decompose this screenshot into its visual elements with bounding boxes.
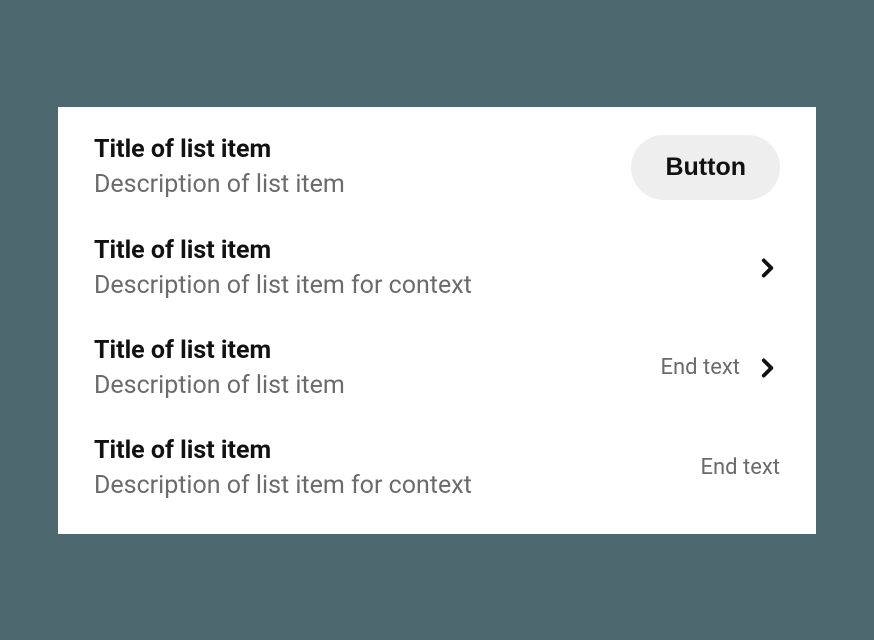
list-item-title: Title of list item bbox=[94, 436, 472, 465]
list-item-text: Title of list item Description of list i… bbox=[94, 336, 345, 400]
list-item-text: Title of list item Description of list i… bbox=[94, 236, 472, 300]
list-card: Title of list item Description of list i… bbox=[58, 107, 816, 534]
list-item[interactable]: Title of list item Description of list i… bbox=[94, 318, 780, 418]
list-item-description: Description of list item for context bbox=[94, 271, 472, 300]
list-item-description: Description of list item bbox=[94, 371, 345, 400]
list-item-title: Title of list item bbox=[94, 135, 345, 164]
list-item-end-text: End text bbox=[701, 455, 781, 480]
list-item-end bbox=[754, 255, 780, 281]
list-item-end-text: End text bbox=[661, 355, 741, 380]
list-item-end: Button bbox=[631, 135, 780, 200]
list-item-title: Title of list item bbox=[94, 236, 472, 265]
chevron-right-icon bbox=[754, 255, 780, 281]
list-item-description: Description of list item bbox=[94, 170, 345, 199]
list-item-text: Title of list item Description of list i… bbox=[94, 135, 345, 199]
list-item-title: Title of list item bbox=[94, 336, 345, 365]
list-item-text: Title of list item Description of list i… bbox=[94, 436, 472, 500]
list-item: Title of list item Description of list i… bbox=[94, 418, 780, 506]
action-button[interactable]: Button bbox=[631, 135, 780, 200]
list-item-end: End text bbox=[701, 455, 781, 480]
chevron-right-icon bbox=[754, 355, 780, 381]
list-item-description: Description of list item for context bbox=[94, 471, 472, 500]
list-item-end: End text bbox=[661, 355, 781, 381]
list-item: Title of list item Description of list i… bbox=[94, 129, 780, 218]
list-item[interactable]: Title of list item Description of list i… bbox=[94, 218, 780, 318]
